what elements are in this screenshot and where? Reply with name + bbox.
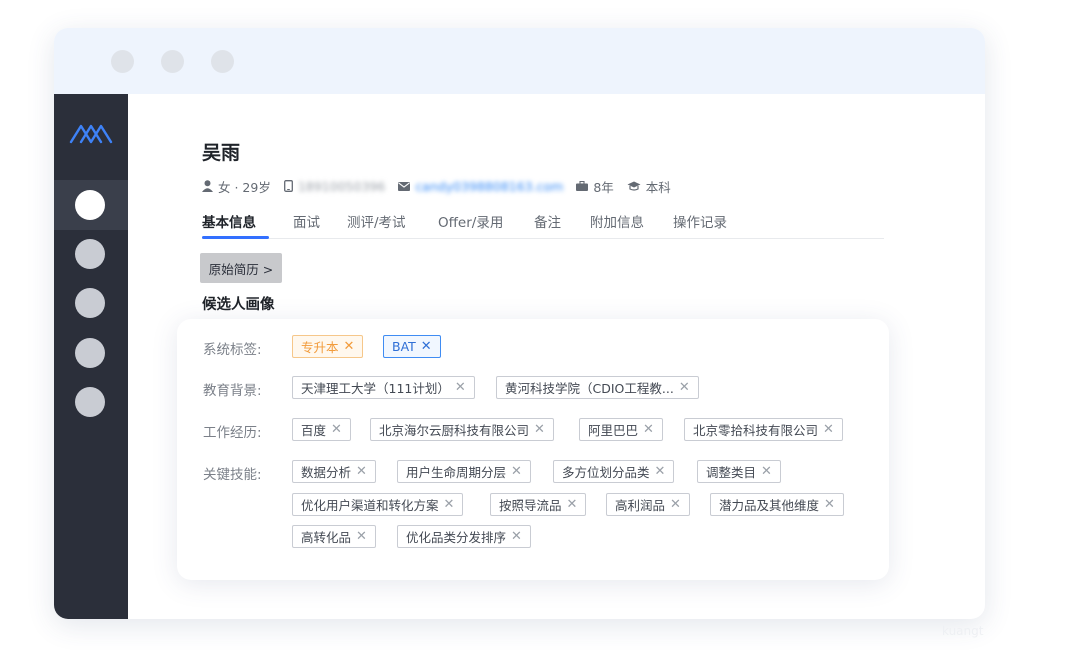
graduation-cap-icon bbox=[627, 181, 641, 191]
skill-tag: 潜力品及其他维度 ✕ bbox=[710, 493, 844, 516]
skill-tag: 数据分析 ✕ bbox=[292, 460, 376, 483]
remove-tag-icon[interactable]: ✕ bbox=[344, 339, 355, 354]
tab-extra-info[interactable]: 附加信息 bbox=[590, 211, 644, 231]
remove-tag-icon[interactable]: ✕ bbox=[655, 464, 666, 479]
tag-label: 专升本 bbox=[301, 340, 339, 355]
tag-label: 黄河科技学院（CDIO工程教... bbox=[505, 381, 674, 396]
remove-tag-icon[interactable]: ✕ bbox=[444, 497, 455, 512]
candidate-portrait-card: 系统标签: 教育背景: 工作经历: 关键技能: 专升本 ✕ BAT ✕ 天津理工大学… bbox=[177, 319, 889, 580]
remove-tag-icon[interactable]: ✕ bbox=[511, 529, 522, 544]
tab-assessment[interactable]: 测评/考试 bbox=[347, 211, 406, 231]
remove-tag-icon[interactable]: ✕ bbox=[511, 464, 522, 479]
remove-tag-icon[interactable]: ✕ bbox=[761, 464, 772, 479]
phone-number: 18910050396 bbox=[297, 178, 386, 194]
education-level: 本科 bbox=[645, 179, 671, 195]
tag-label: 高利润品 bbox=[615, 498, 666, 513]
skills-label: 关键技能: bbox=[203, 467, 262, 483]
watermark: kuangt bbox=[942, 624, 984, 638]
skill-tag: 按照导流品 ✕ bbox=[490, 493, 587, 516]
sidebar bbox=[54, 94, 128, 619]
nav-item-1[interactable] bbox=[75, 190, 105, 220]
work-tag: 北京零拾科技有限公司 ✕ bbox=[684, 418, 843, 441]
tab-offer[interactable]: Offer/录用 bbox=[438, 211, 503, 231]
work-label: 工作经历: bbox=[203, 425, 262, 441]
remove-tag-icon[interactable]: ✕ bbox=[331, 422, 342, 437]
skill-tag: 多方位划分品类 ✕ bbox=[553, 460, 675, 483]
skill-tag: 高转化品 ✕ bbox=[292, 525, 376, 548]
education-label: 教育背景: bbox=[203, 383, 262, 399]
remove-tag-icon[interactable]: ✕ bbox=[823, 422, 834, 437]
tag-label: 按照导流品 bbox=[499, 498, 562, 513]
mail-icon bbox=[398, 181, 411, 191]
remove-tag-icon[interactable]: ✕ bbox=[356, 464, 367, 479]
work-tag: 北京海尔云厨科技有限公司 ✕ bbox=[370, 418, 554, 441]
remove-tag-icon[interactable]: ✕ bbox=[824, 497, 835, 512]
window-titlebar bbox=[54, 28, 985, 94]
window-dot-3[interactable] bbox=[211, 50, 234, 73]
remove-tag-icon[interactable]: ✕ bbox=[643, 422, 654, 437]
gender-age: 女 · 29岁 bbox=[218, 179, 271, 195]
window-dot-1[interactable] bbox=[111, 50, 134, 73]
education-tag: 黄河科技学院（CDIO工程教... ✕ bbox=[496, 376, 699, 399]
email-address[interactable]: candy0398808163.com bbox=[415, 179, 563, 194]
work-tag: 百度 ✕ bbox=[292, 418, 351, 441]
work-tag: 阿里巴巴 ✕ bbox=[579, 418, 663, 441]
tag-label: 天津理工大学（111计划） bbox=[301, 381, 450, 396]
tag-label: 多方位划分品类 bbox=[562, 465, 650, 480]
system-tag: 专升本 ✕ bbox=[292, 335, 364, 358]
nav-item-3[interactable] bbox=[75, 288, 105, 318]
remove-tag-icon[interactable]: ✕ bbox=[455, 380, 466, 395]
person-icon bbox=[202, 180, 213, 192]
skill-tag: 优化用户渠道和转化方案 ✕ bbox=[292, 493, 464, 516]
nav-item-5[interactable] bbox=[75, 387, 105, 417]
skill-tag: 高利润品 ✕ bbox=[606, 493, 690, 516]
tag-label: 高转化品 bbox=[301, 530, 352, 545]
phone-icon bbox=[283, 180, 293, 192]
tab-bar: 基本信息 面试 测评/考试 Offer/录用 备注 附加信息 操作记录 bbox=[202, 204, 884, 239]
remove-tag-icon[interactable]: ✕ bbox=[421, 339, 432, 354]
tag-label: 北京零拾科技有限公司 bbox=[693, 423, 819, 438]
education-tag: 天津理工大学（111计划） ✕ bbox=[292, 376, 475, 399]
tag-label: 优化品类分发排序 bbox=[406, 530, 507, 545]
system-tags-label: 系统标签: bbox=[203, 342, 262, 358]
tag-label: 百度 bbox=[301, 423, 327, 438]
skill-tag: 优化品类分发排序 ✕ bbox=[397, 525, 531, 548]
tag-label: 优化用户渠道和转化方案 bbox=[301, 498, 439, 513]
section-title: 候选人画像 bbox=[202, 297, 275, 313]
tag-label: 调整类目 bbox=[706, 465, 757, 480]
remove-tag-icon[interactable]: ✕ bbox=[567, 497, 578, 512]
tag-label: 潜力品及其他维度 bbox=[719, 498, 820, 513]
m-logo-icon[interactable] bbox=[69, 120, 113, 146]
tab-interview[interactable]: 面试 bbox=[293, 211, 320, 231]
tab-operation-log[interactable]: 操作记录 bbox=[673, 211, 727, 231]
system-tag: BAT ✕ bbox=[383, 335, 441, 358]
remove-tag-icon[interactable]: ✕ bbox=[534, 422, 545, 437]
remove-tag-icon[interactable]: ✕ bbox=[679, 380, 690, 395]
remove-tag-icon[interactable]: ✕ bbox=[670, 497, 681, 512]
tag-label: BAT bbox=[392, 339, 416, 354]
window-dot-2[interactable] bbox=[161, 50, 184, 73]
nav-item-2[interactable] bbox=[75, 239, 105, 269]
tag-label: 阿里巴巴 bbox=[588, 423, 639, 438]
tag-label: 数据分析 bbox=[301, 465, 352, 480]
tag-label: 北京海尔云厨科技有限公司 bbox=[379, 423, 530, 438]
original-resume-button[interactable]: 原始简历 > bbox=[200, 253, 282, 283]
skill-tag: 调整类目 ✕ bbox=[697, 460, 781, 483]
tab-basic-info[interactable]: 基本信息 bbox=[202, 211, 256, 231]
active-tab-underline bbox=[202, 236, 269, 239]
briefcase-icon bbox=[576, 181, 589, 191]
tab-notes[interactable]: 备注 bbox=[534, 211, 561, 231]
remove-tag-icon[interactable]: ✕ bbox=[356, 529, 367, 544]
skill-tag: 用户生命周期分层 ✕ bbox=[397, 460, 531, 483]
nav-item-4[interactable] bbox=[75, 338, 105, 368]
work-years: 8年 bbox=[593, 179, 614, 195]
candidate-name: 吴雨 bbox=[202, 142, 241, 164]
tag-label: 用户生命周期分层 bbox=[406, 465, 507, 480]
candidate-meta: 女 · 29岁 18910050396 candy0398808163.com … bbox=[202, 177, 684, 195]
